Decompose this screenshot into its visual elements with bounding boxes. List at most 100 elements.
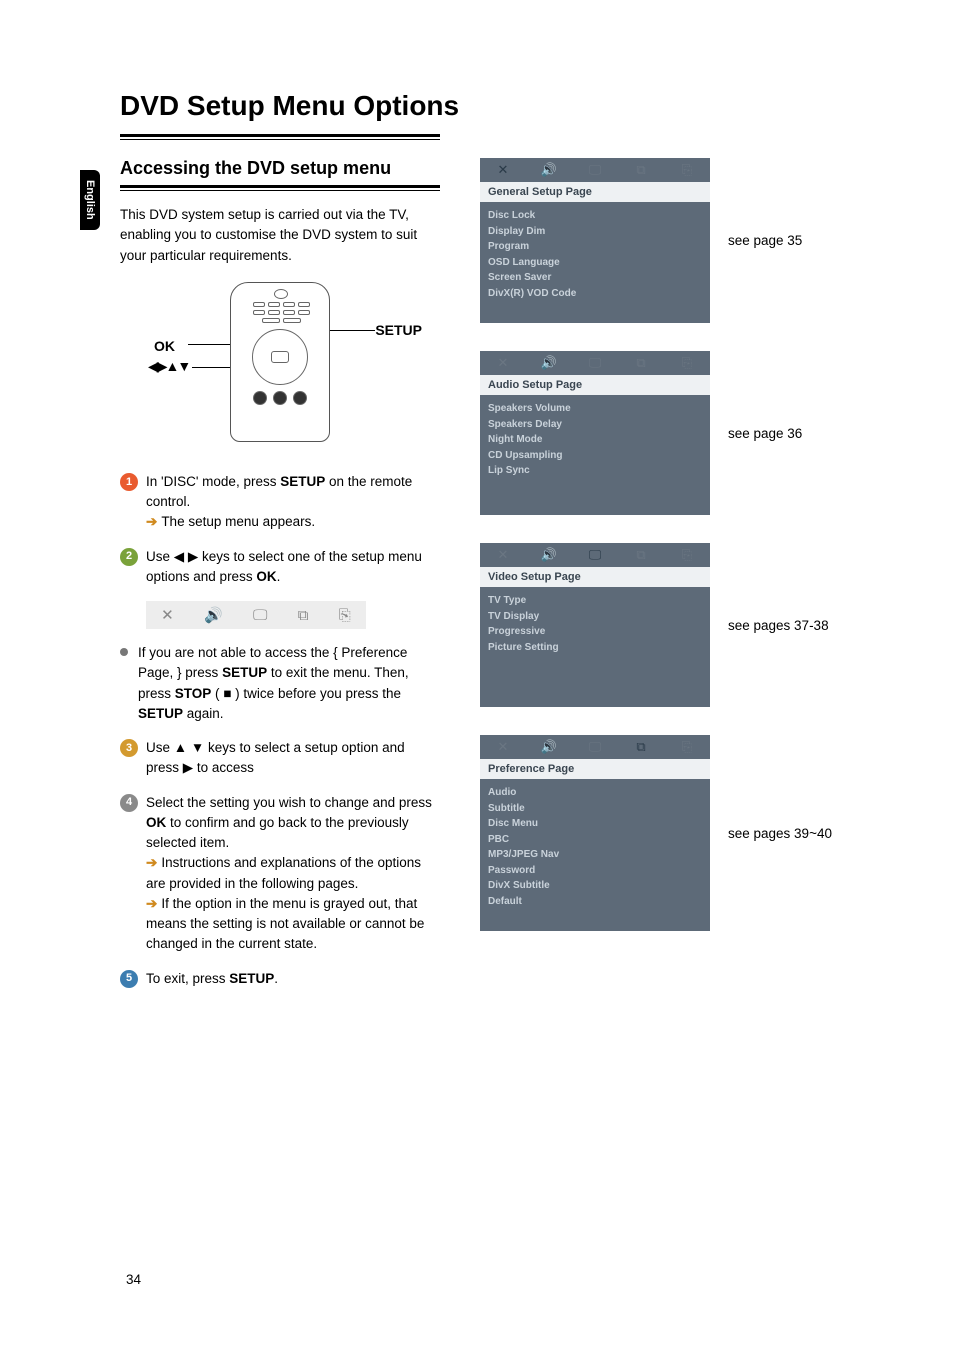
note-text: again.	[183, 706, 224, 721]
screen-tabs: ✕🔊🖵⧉⎘	[480, 351, 710, 375]
step-keyword: OK	[146, 815, 166, 830]
arrows-label: ◀▶▲▼	[148, 358, 189, 375]
step-text: .	[274, 971, 278, 986]
tab-icon: ⎘	[678, 739, 696, 755]
tab-icon: 🖵	[586, 739, 604, 755]
page-reference: see pages 37-38	[728, 618, 829, 633]
screen-item: Disc Menu	[488, 816, 702, 832]
screen-item: Disc Lock	[488, 208, 702, 224]
tab-icon: 🖵	[586, 162, 604, 178]
step-4: 4 Select the setting you wish to change …	[120, 793, 440, 955]
page-reference: see pages 39~40	[728, 826, 832, 841]
puzzle-icon: ⧉	[298, 607, 309, 624]
step-result: If the option in the menu is grayed out,…	[146, 896, 424, 952]
step-text: to confirm and go back to the previously…	[146, 815, 409, 850]
screen-item: OSD Language	[488, 255, 702, 271]
step-text: Use ▲ ▼ keys to select a setup option an…	[146, 738, 440, 779]
screen-body: Speakers VolumeSpeakers DelayNight ModeC…	[480, 395, 710, 515]
tab-icon: ⧉	[632, 547, 650, 563]
step-result: The setup menu appears.	[161, 514, 315, 529]
wrench-icon: ✕	[161, 606, 174, 624]
note-text: ( ■ ) twice before you press the	[211, 686, 401, 701]
arrow-icon: ➔	[146, 855, 157, 870]
screen-item: Display Dim	[488, 224, 702, 240]
screen-item: Progressive	[488, 624, 702, 640]
tab-icon: ✕	[494, 547, 512, 563]
menu-screen: ✕🔊🖵⧉⎘Video Setup PageTV TypeTV DisplayPr…	[480, 543, 710, 707]
step-result: Instructions and explanations of the opt…	[146, 855, 421, 890]
tab-icon: ⎘	[678, 355, 696, 371]
screen-block: ✕🔊🖵⧉⎘Video Setup PageTV TypeTV DisplayPr…	[480, 543, 894, 707]
remote-btn-icon	[253, 391, 267, 405]
screen-tabs: ✕🔊🖵⧉⎘	[480, 543, 710, 567]
menu-screen: ✕🔊🖵⧉⎘Audio Setup PageSpeakers VolumeSpea…	[480, 351, 710, 515]
tab-icon: ✕	[494, 355, 512, 371]
page-title: DVD Setup Menu Options	[120, 90, 894, 122]
page-number: 34	[126, 1272, 141, 1287]
note-keyword: SETUP	[222, 665, 267, 680]
screen-item: Night Mode	[488, 432, 702, 448]
remote-power-icon	[274, 289, 288, 299]
tab-icon: 🖵	[586, 547, 604, 563]
screen-item: PBC	[488, 832, 702, 848]
screen-tabs: ✕🔊🖵⧉⎘	[480, 735, 710, 759]
screen-body: Disc LockDisplay DimProgramOSD LanguageS…	[480, 202, 710, 323]
screen-item: MP3/JPEG Nav	[488, 847, 702, 863]
remote-body	[230, 282, 330, 442]
arrow-icon: ➔	[146, 514, 157, 529]
step-number-icon: 4	[120, 794, 138, 812]
menu-screen: ✕🔊🖵⧉⎘General Setup PageDisc LockDisplay …	[480, 158, 710, 323]
step-text: To exit, press	[146, 971, 229, 986]
arrow-icon: ➔	[146, 896, 157, 911]
page-reference: see page 35	[728, 233, 802, 248]
language-tab: English	[80, 170, 100, 230]
step-text: .	[277, 569, 281, 584]
screen-block: ✕🔊🖵⧉⎘Audio Setup PageSpeakers VolumeSpea…	[480, 351, 894, 515]
step-number-icon: 3	[120, 739, 138, 757]
screen-item: TV Display	[488, 609, 702, 625]
screen-title: Video Setup Page	[480, 567, 710, 587]
screen-title: General Setup Page	[480, 182, 710, 202]
tv-icon: 🖵	[253, 607, 267, 624]
title-rule	[120, 134, 440, 140]
step-text: In 'DISC' mode, press	[146, 474, 280, 489]
speaker-icon: 🔊	[204, 606, 223, 624]
setup-label: SETUP	[375, 322, 422, 338]
step-number-icon: 2	[120, 548, 138, 566]
screen-item: Audio	[488, 785, 702, 801]
step-number-icon: 1	[120, 473, 138, 491]
right-column: ✕🔊🖵⧉⎘General Setup PageDisc LockDisplay …	[480, 158, 894, 1003]
screen-item: Subtitle	[488, 801, 702, 817]
step-text: Select the setting you wish to change an…	[146, 795, 432, 810]
screen-item: Speakers Volume	[488, 401, 702, 417]
ok-label: OK	[154, 338, 175, 354]
screen-item: DivX(R) VOD Code	[488, 286, 702, 302]
left-column: Accessing the DVD setup menu This DVD sy…	[120, 158, 440, 1003]
screen-item: Picture Setting	[488, 640, 702, 656]
tab-icon: 🔊	[540, 739, 558, 755]
screen-title: Preference Page	[480, 759, 710, 779]
page-reference: see page 36	[728, 426, 802, 441]
tab-icon: ✕	[494, 162, 512, 178]
remote-diagram: OK SETUP ◀▶▲▼	[160, 282, 400, 452]
dpad-icon	[252, 329, 308, 385]
note-keyword: STOP	[175, 686, 212, 701]
bullet-icon	[120, 648, 128, 656]
tab-icon: 🔊	[540, 355, 558, 371]
screen-item: DivX Subtitle	[488, 878, 702, 894]
screen-title: Audio Setup Page	[480, 375, 710, 395]
tab-icon: ⎘	[678, 162, 696, 178]
remote-btn-icon	[273, 391, 287, 405]
tab-icon: ⧉	[632, 162, 650, 178]
step-text: Use ◀ ▶ keys to select one of the setup …	[146, 549, 422, 584]
step-5: 5 To exit, press SETUP.	[120, 969, 440, 989]
screen-item: CD Upsampling	[488, 448, 702, 464]
screen-block: ✕🔊🖵⧉⎘Preference PageAudioSubtitleDisc Me…	[480, 735, 894, 931]
step-keyword: OK	[256, 569, 276, 584]
screen-item: Program	[488, 239, 702, 255]
step-3: 3 Use ▲ ▼ keys to select a setup option …	[120, 738, 440, 779]
tab-icon: ⧉	[632, 739, 650, 755]
screen-item: Lip Sync	[488, 463, 702, 479]
tab-icon: 🔊	[540, 547, 558, 563]
screen-tabs: ✕🔊🖵⧉⎘	[480, 158, 710, 182]
